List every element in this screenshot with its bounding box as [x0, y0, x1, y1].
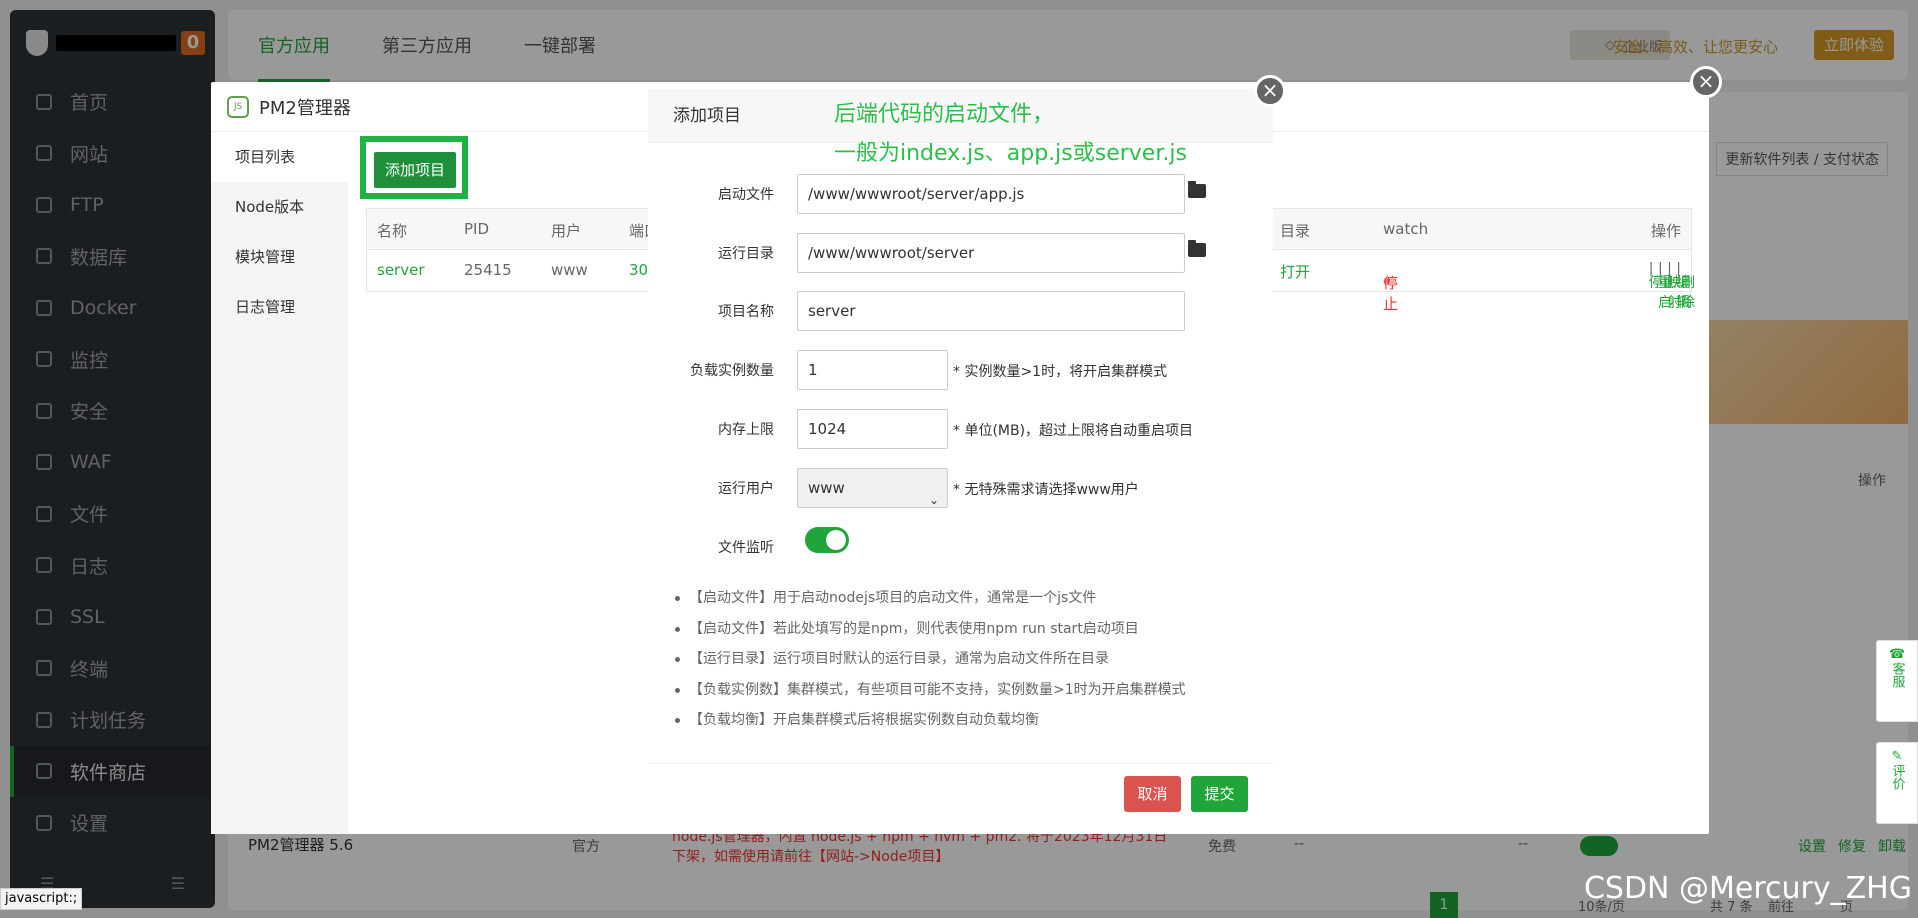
nodejs-icon: JS: [227, 95, 249, 118]
field-run-user: 运行用户 www ⌄ * 无特殊需求请选择www用户: [648, 468, 1273, 508]
pm2-menu-project-list[interactable]: 项目列表: [211, 132, 348, 182]
instances-label: 负载实例数量: [690, 363, 774, 379]
cancel-button[interactable]: 取消: [1124, 776, 1181, 812]
review-button[interactable]: ✎ 评价: [1876, 742, 1918, 824]
col-name: 名称: [377, 222, 408, 240]
submit-button[interactable]: 提交: [1191, 776, 1248, 812]
memory-label: 内存上限: [718, 422, 774, 438]
chevron-down-icon: ⌄: [928, 493, 939, 507]
project-name-label: 项目名称: [718, 304, 774, 320]
col-user: 用户: [551, 222, 582, 240]
run-dir-input[interactable]: /www/wwwroot/server: [797, 233, 1185, 273]
pm2-close-icon[interactable]: ×: [1690, 66, 1722, 98]
folder-open-icon[interactable]: [1188, 181, 1206, 198]
field-project-name: 项目名称 server: [648, 291, 1273, 331]
start-file-input[interactable]: /www/wwwroot/server/app.js: [797, 174, 1185, 214]
annotation-line-2: 一般为index.js、app.js或server.js: [834, 141, 1187, 166]
col-watch: watch: [1383, 220, 1429, 238]
row-actions: 停止 | 重启 | 映射 | 编辑 | 删除: [1648, 261, 1695, 311]
pm2-menu-node-version[interactable]: Node版本: [211, 182, 348, 232]
pause-icon: ⏸: [1383, 272, 1391, 290]
headset-icon: ☎: [1888, 647, 1906, 662]
browser-status-bar: javascript:;: [0, 888, 83, 910]
dialog-footer: 取消 提交: [648, 763, 1273, 825]
field-file-watch: 文件监听: [648, 527, 1273, 567]
add-project-highlight: 添加项目: [360, 136, 468, 199]
field-instances: 负载实例数量 1 * 实例数量>1时，将开启集群模式: [648, 350, 1273, 390]
file-watch-toggle[interactable]: [805, 527, 849, 553]
col-dir: 目录: [1280, 222, 1311, 240]
add-project-dialog: 添加项目 后端代码的启动文件， 一般为index.js、app.js或serve…: [648, 89, 1273, 825]
add-project-button[interactable]: 添加项目: [374, 152, 456, 188]
field-run-dir: 运行目录 /www/wwwroot/server: [648, 233, 1273, 273]
start-file-label: 启动文件: [718, 187, 774, 203]
col-pid: PID: [464, 220, 490, 238]
pm2-side-menu: 项目列表 Node版本 模块管理 日志管理: [211, 132, 348, 834]
run-user-hint: * 无特殊需求请选择www用户: [953, 482, 1139, 498]
instances-hint: * 实例数量>1时，将开启集群模式: [953, 364, 1168, 380]
row-open-dir[interactable]: 打开: [1280, 261, 1310, 282]
project-name-input[interactable]: server: [797, 291, 1185, 331]
dialog-close-icon[interactable]: ×: [1254, 75, 1286, 107]
run-user-label: 运行用户: [718, 481, 774, 497]
folder-open-icon[interactable]: [1188, 240, 1206, 257]
col-ops: 操作: [1650, 222, 1681, 240]
help-tips: 【启动文件】用于启动nodejs项目的启动文件，通常是一个js文件 【启动文件】…: [673, 583, 1186, 736]
memory-input[interactable]: 1024: [797, 409, 948, 449]
tip-item: 【启动文件】用于启动nodejs项目的启动文件，通常是一个js文件: [673, 583, 1186, 614]
field-start-file: 启动文件 /www/wwwroot/server/app.js: [648, 174, 1273, 214]
row-pid: 25415: [464, 261, 512, 279]
tip-item: 【启动文件】若此处填写的是npm，则代表使用npm run start启动项目: [673, 614, 1186, 645]
tip-item: 【运行目录】运行项目时默认的运行目录，通常为启动文件所在目录: [673, 644, 1186, 675]
row-user: www: [551, 261, 588, 279]
run-dir-label: 运行目录: [718, 246, 774, 262]
run-user-select[interactable]: www ⌄: [797, 468, 948, 508]
watermark: CSDN @Mercury_ZHG: [1583, 871, 1912, 906]
tip-item: 【负载均衡】开启集群模式后将根据实例数自动负载均衡: [673, 705, 1186, 736]
pm2-menu-log-manage[interactable]: 日志管理: [211, 282, 348, 332]
annotation-overlay: 后端代码的启动文件， 一般为index.js、app.js或server.js: [834, 95, 1187, 173]
pm2-menu-module-manage[interactable]: 模块管理: [211, 232, 348, 282]
row-delete-link[interactable]: 删除: [1681, 272, 1695, 312]
field-memory: 内存上限 1024 * 单位(MB)，超过上限将自动重启项目: [648, 409, 1273, 449]
customer-service-button[interactable]: ☎ 客服: [1876, 640, 1918, 722]
row-name[interactable]: server: [377, 261, 424, 279]
file-watch-label: 文件监听: [718, 540, 774, 556]
annotation-line-1: 后端代码的启动文件，: [834, 102, 1055, 127]
edit-icon: ✎: [1891, 749, 1903, 764]
dialog-title: 添加项目: [673, 106, 741, 126]
instances-input[interactable]: 1: [797, 350, 948, 390]
tip-item: 【负载实例数】集群模式，有些项目可能不支持，实例数量>1时为开启集群模式: [673, 675, 1186, 706]
pm2-window-title: PM2管理器: [259, 97, 351, 119]
memory-hint: * 单位(MB)，超过上限将自动重启项目: [953, 423, 1194, 439]
